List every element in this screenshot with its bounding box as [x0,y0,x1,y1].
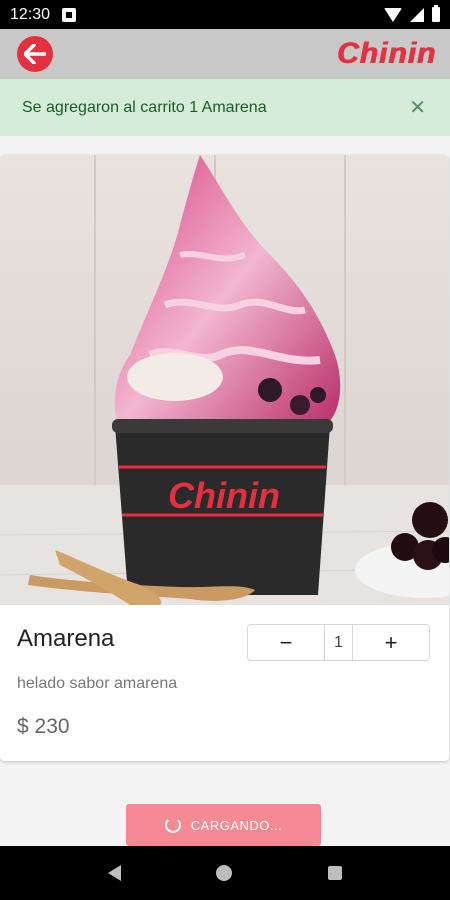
product-image: Chinin [0,155,449,605]
notification-icon [62,7,77,22]
wifi-icon [384,7,402,22]
app-bar: Chinin [0,29,450,79]
home-icon[interactable] [216,865,233,881]
navigation-bar [0,846,450,900]
back-button[interactable] [17,36,53,72]
product-card: Chinin Amarena helado sabor amarena $ 23… [0,155,449,761]
back-icon[interactable] [107,865,121,881]
arrow-left-icon [24,44,46,64]
decrease-quantity-button[interactable]: − [248,625,324,660]
signal-icon [410,7,424,22]
alert-message: Se agregaron al carrito 1 Amarena [22,98,267,116]
increase-quantity-button[interactable]: + [353,625,429,660]
battery-icon [432,5,440,22]
product-name: Amarena [17,625,115,652]
product-price: $ 230 [17,715,70,738]
spinner-icon [164,817,181,833]
close-icon[interactable]: ✕ [409,95,426,120]
product-description: helado sabor amarena [17,675,178,692]
status-time: 12:30 [10,5,51,23]
quantity-value: 1 [324,625,353,660]
loading-button[interactable]: CARGANDO... [126,804,321,846]
brand-logo: Chinin [336,37,436,70]
quantity-stepper: − 1 + [247,624,430,661]
loading-label: CARGANDO... [190,817,283,833]
recents-icon[interactable] [328,866,343,880]
cart-alert: Se agregaron al carrito 1 Amarena ✕ [0,79,450,136]
cup-brand-text: Chinin [168,475,280,516]
status-bar: 12:30 [0,0,450,29]
